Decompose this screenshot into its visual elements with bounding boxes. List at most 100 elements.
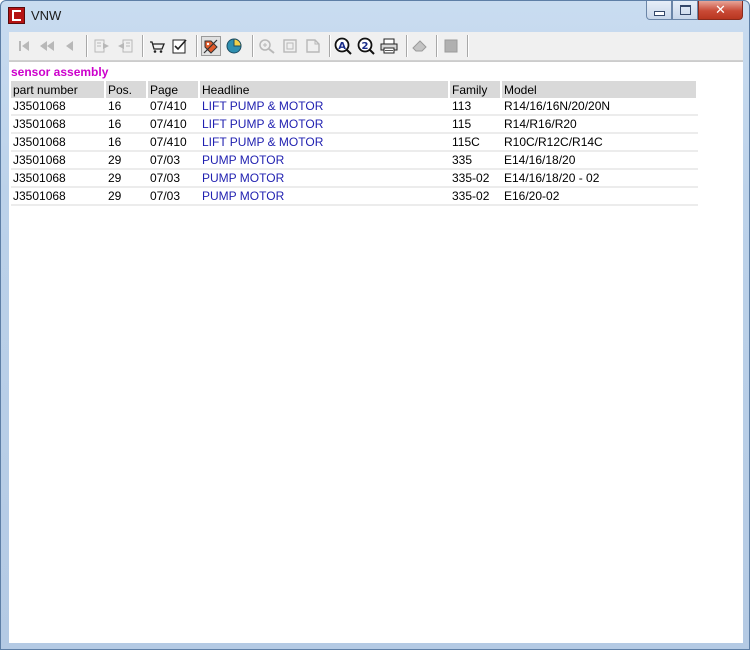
title-bar[interactable]: VNW ✕ [1,1,749,31]
results-table: part number Pos. Page Headline Family Mo… [11,81,698,206]
search-a-button[interactable]: A [333,36,353,56]
column-header-family[interactable]: Family [449,81,502,98]
cell-pos: 16 [105,98,148,116]
eraser-button[interactable] [410,36,430,56]
first-record-button[interactable] [14,36,34,56]
cell-model: E14/16/18/20 [501,151,698,170]
page-fold-button[interactable] [303,36,323,56]
column-header-model[interactable]: Model [501,81,698,98]
cell-page: 07/03 [147,169,200,188]
toolbar-separator [406,35,408,57]
app-logo-icon[interactable] [8,7,25,24]
cell-headline-link[interactable]: LIFT PUMP & MOTOR [199,115,450,134]
column-header-page[interactable]: Page [147,81,200,98]
export-right-button[interactable] [115,36,135,56]
cell-model: R14/R16/R20 [501,115,698,134]
cart-button[interactable] [147,36,167,56]
zoom-in-button[interactable] [257,36,277,56]
toolbar-separator [142,35,144,57]
cell-part-number: J3501068 [11,187,106,206]
table-row[interactable]: J3501068 16 07/410 LIFT PUMP & MOTOR 113… [11,98,698,116]
toolbar-separator [467,35,469,57]
svg-text:2: 2 [362,41,369,52]
checklist-icon [172,39,187,54]
toolbar-separator [329,35,331,57]
cell-family: 335 [449,151,502,170]
tag-button[interactable] [201,36,221,56]
cell-part-number: J3501068 [11,169,106,188]
cell-part-number: J3501068 [11,115,106,134]
minimize-button[interactable] [646,1,672,20]
checklist-button[interactable] [170,36,190,56]
search-2-icon: 2 [357,37,375,55]
caption-buttons: ✕ [646,1,743,21]
cell-pos: 29 [105,151,148,170]
first-record-icon [19,41,29,51]
window-title: VNW [31,8,62,23]
cell-headline-link[interactable]: PUMP MOTOR [199,187,450,206]
print-button[interactable] [379,36,399,56]
export-left-icon [94,39,109,53]
export-left-button[interactable] [92,36,112,56]
previous-page-button[interactable] [37,36,57,56]
pie-chart-icon [226,38,242,54]
cell-headline-link[interactable]: PUMP MOTOR [199,169,450,188]
cell-model: E16/20-02 [501,187,698,206]
cart-icon [150,41,165,53]
maximize-button[interactable] [672,1,698,20]
cell-page: 07/410 [147,133,200,152]
cell-family: 115 [449,115,502,134]
close-button[interactable]: ✕ [698,1,743,20]
table-row[interactable]: J3501068 16 07/410 LIFT PUMP & MOTOR 115… [11,133,698,152]
cell-pos: 16 [105,133,148,152]
export-right-icon [118,39,133,53]
toolbar-separator [86,35,88,57]
cell-page: 07/03 [147,151,200,170]
cell-pos: 29 [105,169,148,188]
toolbar-separator [252,35,254,57]
cell-part-number: J3501068 [11,151,106,170]
table-row[interactable]: J3501068 29 07/03 PUMP MOTOR 335-02 E14/… [11,169,698,188]
table-header-row: part number Pos. Page Headline Family Mo… [11,81,698,98]
toolbar-separator [436,35,438,57]
cell-family: 335-02 [449,187,502,206]
cell-headline-link[interactable]: LIFT PUMP & MOTOR [199,98,450,116]
cell-family: 113 [449,98,502,116]
cell-pos: 29 [105,187,148,206]
minimize-icon [653,10,665,16]
column-header-headline[interactable]: Headline [199,81,450,98]
page-button[interactable] [280,36,300,56]
svg-text:A: A [338,41,346,52]
table-row[interactable]: J3501068 29 07/03 PUMP MOTOR 335 E14/16/… [11,151,698,170]
toolbar-separator [196,35,198,57]
toolbar: A 2 [9,32,743,61]
cell-model: E14/16/18/20 - 02 [501,169,698,188]
column-header-pos[interactable]: Pos. [105,81,148,98]
page-fold-icon [306,39,320,53]
cell-pos: 16 [105,115,148,134]
cell-part-number: J3501068 [11,98,106,116]
table-row[interactable]: J3501068 29 07/03 PUMP MOTOR 335-02 E16/… [11,187,698,206]
close-icon: ✕ [715,2,726,18]
search-a-icon: A [334,37,352,55]
zoom-in-icon [259,39,275,54]
cell-model: R14/16/16N/20/20N [501,98,698,116]
previous-record-button[interactable] [60,36,80,56]
pie-chart-button[interactable] [224,36,244,56]
stop-icon [444,39,458,53]
tag-icon [203,39,218,54]
content-area: sensor assembly part number Pos. Page He… [9,61,743,643]
table-row[interactable]: J3501068 16 07/410 LIFT PUMP & MOTOR 115… [11,115,698,134]
search-2-button[interactable]: 2 [356,36,376,56]
cell-model: R10C/R12C/R14C [501,133,698,152]
stop-button[interactable] [441,36,461,56]
cell-page: 07/410 [147,115,200,134]
cell-part-number: J3501068 [11,133,106,152]
app-window: VNW ✕ A 2 sensor assembly part number Po… [0,0,750,650]
previous-page-icon [40,41,54,51]
cell-headline-link[interactable]: LIFT PUMP & MOTOR [199,133,450,152]
cell-headline-link[interactable]: PUMP MOTOR [199,151,450,170]
column-header-part-number[interactable]: part number [11,81,106,98]
maximize-icon [679,5,691,15]
print-icon [380,38,398,54]
